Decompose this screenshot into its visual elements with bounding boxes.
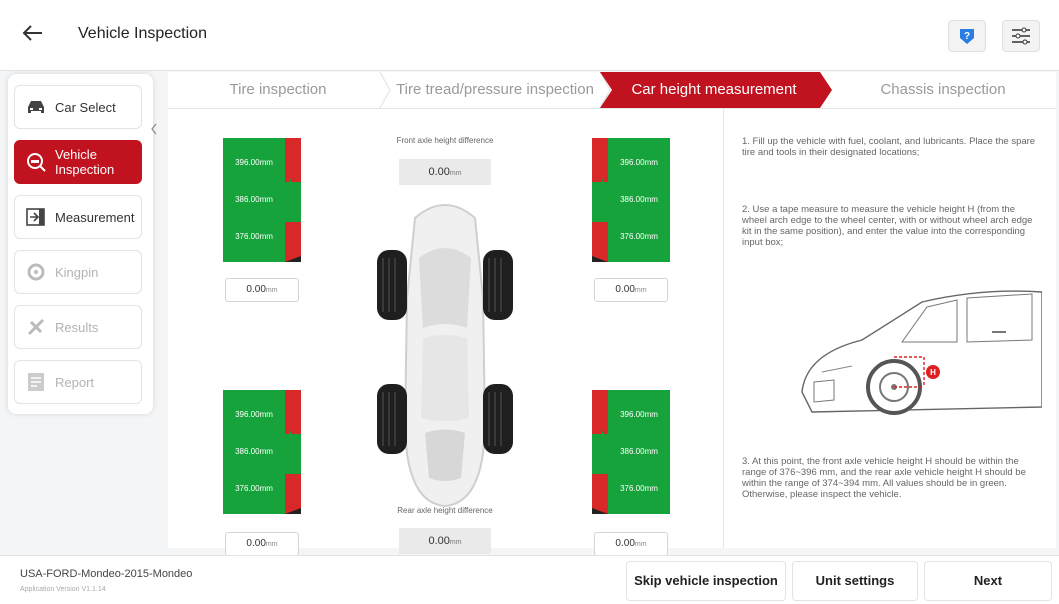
page-title: Vehicle Inspection xyxy=(78,25,207,42)
settings-button[interactable] xyxy=(1002,20,1040,52)
kingpin-icon xyxy=(25,261,47,283)
help-icon: ? xyxy=(960,29,974,44)
front-diff-label: Front axle height difference xyxy=(396,136,494,145)
car-icon xyxy=(25,96,47,118)
front-diff-value: 0.00mm xyxy=(399,159,491,185)
sidebar-item-label: Report xyxy=(55,374,95,390)
sidebar-item-label: Measurement xyxy=(55,209,135,225)
step-bar: Tire inspection Tire tread/pressure insp… xyxy=(168,72,1056,109)
sidebar-item-label: Kingpin xyxy=(55,264,99,280)
instruction-step-1: 1. Fill up the vehicle with fuel, coolan… xyxy=(742,136,1036,158)
sidebar-item-car-select[interactable]: Car Select xyxy=(14,85,142,129)
height-measurement-panel: 396.00mm 386.00mm 376.00mm 0.00mm 396.00… xyxy=(168,108,723,556)
sidebar-item-report[interactable]: Report xyxy=(14,360,142,404)
sidebar-item-kingpin[interactable]: Kingpin xyxy=(14,250,142,294)
footer: USA-FORD-Mondeo-2015-Mondeo Application … xyxy=(0,555,1059,604)
step-tire-inspection[interactable]: Tire inspection xyxy=(188,72,368,108)
instructions-panel: 1. Fill up the vehicle with fuel, coolan… xyxy=(723,108,1057,548)
instruction-step-2: 2. Use a tape measure to measure the veh… xyxy=(742,204,1033,248)
arrow-left-icon xyxy=(22,25,42,41)
step-chassis-inspection[interactable]: Chassis inspection xyxy=(848,72,1038,108)
rear-right-gauge: 396.00mm 386.00mm 376.00mm xyxy=(592,390,670,514)
step-tire-tread-pressure[interactable]: Tire tread/pressure inspection xyxy=(390,72,600,108)
unit-settings-button[interactable]: Unit settings xyxy=(792,561,918,601)
sidebar: Car Select Vehicle Inspection Measuremen… xyxy=(8,74,153,414)
skip-inspection-button[interactable]: Skip vehicle inspection xyxy=(626,561,786,601)
instruction-step-3: 3. At this point, the front axle vehicle… xyxy=(742,456,1026,500)
rear-left-height-input[interactable]: 0.00mm xyxy=(225,532,299,556)
app-version: Application Version V1.1.14 xyxy=(20,586,106,593)
next-button[interactable]: Next xyxy=(924,561,1052,601)
sidebar-item-label: Vehicle Inspection xyxy=(55,147,115,177)
step-car-height[interactable]: Car height measurement xyxy=(614,72,814,108)
car-top-view-illustration xyxy=(377,204,513,508)
front-right-gauge: 396.00mm 386.00mm 376.00mm xyxy=(592,138,670,262)
report-icon xyxy=(25,371,47,393)
sidebar-item-label: Car Select xyxy=(55,99,116,115)
inspection-icon xyxy=(25,151,47,173)
sidebar-item-label: Results xyxy=(55,319,99,335)
results-icon xyxy=(25,316,47,338)
front-right-height-input[interactable]: 0.00mm xyxy=(594,278,668,302)
vehicle-height-diagram: H xyxy=(742,262,1042,452)
front-left-gauge: 396.00mm 386.00mm 376.00mm xyxy=(223,138,301,262)
sidebar-collapse-toggle[interactable] xyxy=(150,122,158,138)
sliders-icon xyxy=(1012,27,1030,45)
main-content: Tire inspection Tire tread/pressure insp… xyxy=(168,72,1057,556)
sidebar-item-results[interactable]: Results xyxy=(14,305,142,349)
vehicle-name: USA-FORD-Mondeo-2015-Mondeo xyxy=(20,568,193,580)
front-left-height-input[interactable]: 0.00mm xyxy=(225,278,299,302)
sidebar-item-vehicle-inspection[interactable]: Vehicle Inspection xyxy=(14,140,142,184)
measurement-icon xyxy=(25,206,47,228)
sidebar-item-measurement[interactable]: Measurement xyxy=(14,195,142,239)
chevron-left-icon xyxy=(151,123,157,135)
rear-right-height-input[interactable]: 0.00mm xyxy=(594,532,668,556)
svg-text:?: ? xyxy=(964,31,970,42)
back-button[interactable] xyxy=(20,20,50,50)
app-window: Vehicle Inspection ? Car Select Vehicle … xyxy=(0,0,1059,604)
rear-left-gauge: 396.00mm 386.00mm 376.00mm xyxy=(223,390,301,514)
height-marker-label: H xyxy=(930,368,936,377)
rear-diff-value: 0.00mm xyxy=(399,528,491,554)
header: Vehicle Inspection ? xyxy=(0,0,1059,71)
help-button[interactable]: ? xyxy=(948,20,986,52)
